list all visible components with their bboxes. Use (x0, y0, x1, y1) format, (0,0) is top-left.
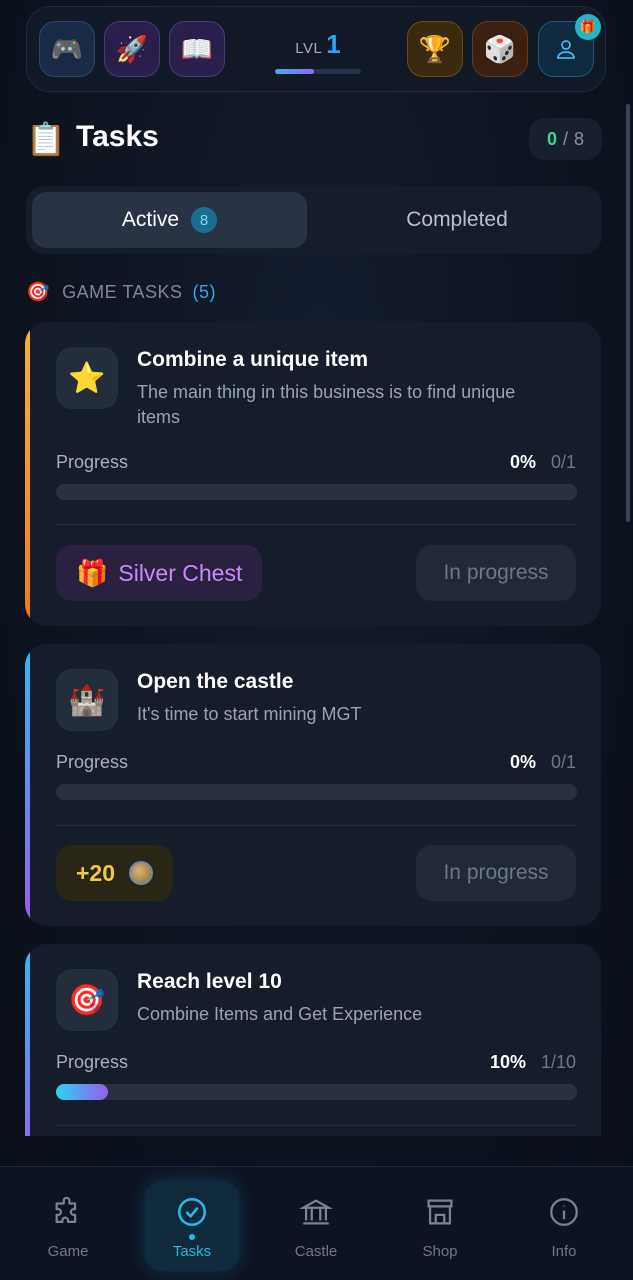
scrollbar[interactable] (626, 104, 630, 522)
tasks-counter: 0 / 8 (528, 118, 602, 160)
top-bar: 🎮 🚀 📖 LVL 1 🏆 🎲 🎁 (26, 6, 606, 92)
nav-info-label: Info (551, 1243, 577, 1260)
card-divider (56, 825, 577, 826)
target-icon: 🎯 (56, 969, 118, 1031)
section-heading: 🎯 GAME TASKS (5) (26, 280, 216, 304)
coin-icon (129, 861, 154, 885)
completed-count: 0 (546, 128, 557, 149)
game-button[interactable]: 🎮 (39, 21, 95, 77)
level-label: LVL (295, 40, 323, 57)
info-icon (550, 1198, 578, 1226)
in-progress-button[interactable]: In progress (416, 845, 576, 901)
task-tabs: Active 8 Completed (26, 186, 602, 254)
nav-tasks[interactable]: Tasks (145, 1181, 239, 1271)
user-icon (557, 40, 575, 59)
task-card: 🎯 Reach level 10 Combine Items and Get E… (25, 944, 601, 1136)
progress-count: 1/10 (540, 1052, 576, 1072)
tab-active[interactable]: Active 8 (32, 192, 307, 248)
reward-label: +20 (76, 859, 116, 886)
card-accent (25, 322, 30, 626)
nav-castle[interactable]: Castle (269, 1181, 363, 1271)
nav-shop-label: Shop (422, 1243, 458, 1260)
star-icon: ⭐ (56, 347, 118, 409)
progress-percent: 0% (509, 752, 536, 772)
active-indicator (189, 1234, 195, 1240)
task-description: Combine Items and Get Experience (137, 1004, 423, 1024)
progress-bar (56, 784, 577, 800)
task-title: Reach level 10 (137, 970, 282, 993)
profile-button[interactable]: 🎁 (538, 14, 601, 77)
progress-label: Progress (56, 452, 129, 472)
task-card: ⭐ Combine a unique item The main thing i… (25, 322, 601, 626)
active-count-badge: 8 (191, 207, 218, 233)
reward-label: Silver Chest (118, 559, 243, 586)
progress-bar (56, 484, 577, 500)
puzzle-icon (55, 1196, 77, 1224)
gift-icon: 🎁 (76, 557, 109, 588)
bottom-nav: Game Tasks Castle Shop Info (0, 1166, 633, 1280)
level-indicator: LVL 1 (273, 29, 363, 74)
level-progress-fill (275, 69, 314, 74)
level-value: 1 (326, 29, 341, 59)
total-count: 8 (573, 128, 584, 149)
rocket-icon: 🚀 (115, 33, 149, 64)
task-card: 🏰 Open the castle It's time to start min… (25, 644, 601, 926)
card-accent (25, 944, 30, 1136)
dice-button[interactable]: 🎲 (472, 21, 528, 77)
gift-icon: 🎁 (575, 14, 601, 40)
progress-fill (56, 1084, 109, 1100)
section-title: GAME TASKS (62, 281, 183, 302)
progress-percent: 10% (489, 1052, 526, 1072)
level-progress-bar (275, 69, 361, 74)
task-title: Open the castle (137, 670, 294, 693)
nav-game[interactable]: Game (21, 1181, 115, 1271)
page-title: Tasks (76, 120, 159, 153)
leaderboard-button[interactable]: 🏆 (407, 21, 463, 77)
progress-bar (56, 1084, 577, 1100)
clipboard-icon: 📋 (26, 121, 66, 157)
target-icon: 🎯 (26, 282, 51, 303)
nav-game-label: Game (47, 1243, 89, 1260)
gamepad-icon: 🎮 (50, 33, 84, 64)
card-divider (56, 1125, 577, 1126)
reward-badge: +20 (56, 845, 174, 901)
in-progress-button[interactable]: In progress (416, 545, 576, 601)
tab-completed[interactable]: Completed (319, 192, 595, 248)
page-header: 📋 Tasks 0 / 8 (26, 118, 602, 162)
task-description: It's time to start mining MGT (137, 704, 362, 724)
task-description: The main thing in this business is to fi… (137, 382, 516, 427)
check-circle-icon (177, 1197, 207, 1227)
dice-icon: 🎲 (483, 33, 517, 64)
task-list[interactable]: ⭐ Combine a unique item The main thing i… (0, 322, 633, 1136)
trophy-icon: 🏆 (418, 33, 452, 64)
nav-info[interactable]: Info (517, 1181, 611, 1271)
card-divider (56, 524, 577, 525)
reward-badge: 🎁 Silver Chest (56, 545, 263, 601)
bank-icon (299, 1199, 333, 1225)
counter-separator: / (562, 128, 568, 149)
progress-percent: 0% (509, 452, 536, 472)
nav-tasks-label: Tasks (172, 1243, 212, 1260)
tab-completed-label: Completed (406, 208, 508, 231)
boost-button[interactable]: 🚀 (104, 21, 160, 77)
progress-label: Progress (56, 752, 129, 772)
card-accent (25, 644, 30, 926)
castle-icon: 🏰 (56, 669, 118, 731)
guide-button[interactable]: 📖 (169, 21, 225, 77)
nav-shop[interactable]: Shop (393, 1181, 487, 1271)
progress-label: Progress (56, 1052, 129, 1072)
tab-active-label: Active (121, 208, 180, 231)
progress-count: 0/1 (550, 752, 576, 772)
section-count: (5) (192, 281, 217, 302)
store-icon (427, 1199, 453, 1225)
task-title: Combine a unique item (137, 348, 369, 371)
book-icon: 📖 (180, 33, 214, 64)
nav-castle-label: Castle (294, 1243, 338, 1260)
progress-count: 0/1 (550, 452, 576, 472)
